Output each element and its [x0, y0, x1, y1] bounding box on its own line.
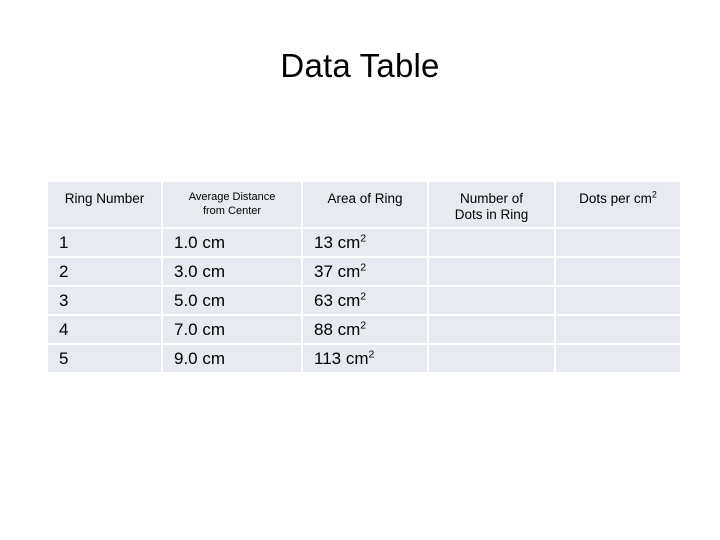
superscript-two: 2	[360, 261, 367, 274]
column-header-ring-number: Ring Number	[48, 182, 161, 227]
cell-number-of-dots-value	[429, 229, 554, 254]
column-header-number-of-dots: Number of Dots in Ring	[429, 182, 554, 227]
column-header-average-distance-label: Average Distance from Center	[188, 191, 276, 217]
cell-number-of-dots[interactable]	[429, 316, 554, 343]
page-title: Data Table	[280, 47, 440, 84]
cell-dots-per-cm2[interactable]	[556, 287, 680, 314]
column-header-number-of-dots-label: Number of Dots in Ring	[454, 191, 529, 222]
cell-area-of-ring: 113 cm2	[303, 345, 427, 372]
cell-number-of-dots[interactable]	[429, 229, 554, 256]
cell-ring-number-value: 5	[59, 349, 69, 368]
cell-number-of-dots-value	[429, 258, 554, 283]
column-header-average-distance: Average Distance from Center	[163, 182, 301, 227]
cell-dots-per-cm2[interactable]	[556, 316, 680, 343]
cell-area-of-ring-value: 63 cm2	[314, 290, 367, 310]
data-table: Ring Number Average Distance from Center …	[46, 180, 682, 374]
cell-ring-number: 5	[48, 345, 161, 372]
cell-dots-per-cm2-value	[556, 229, 680, 254]
cell-area-of-ring-value: 37 cm2	[314, 261, 367, 281]
cell-average-distance-value: 9.0 cm	[174, 349, 226, 368]
cell-ring-number: 2	[48, 258, 161, 285]
cell-average-distance-value: 7.0 cm	[174, 320, 226, 339]
cell-number-of-dots-value	[429, 287, 554, 312]
table-row: 2 3.0 cm 37 cm2	[48, 258, 680, 285]
slide-canvas: Data Table Ring Number Average Distance f…	[0, 0, 720, 540]
column-header-area-of-ring: Area of Ring	[303, 182, 427, 227]
cell-dots-per-cm2-value	[556, 345, 680, 370]
cell-ring-number: 1	[48, 229, 161, 256]
cell-ring-number-value: 4	[59, 320, 69, 339]
cell-area-of-ring: 37 cm2	[303, 258, 427, 285]
column-header-dots-per-cm2: Dots per cm2	[556, 182, 680, 227]
cell-dots-per-cm2[interactable]	[556, 345, 680, 372]
superscript-two: 2	[360, 290, 367, 303]
cell-area-of-ring-value: 88 cm2	[314, 319, 367, 339]
cell-number-of-dots[interactable]	[429, 345, 554, 372]
superscript-two: 2	[360, 232, 367, 245]
cell-average-distance-value: 3.0 cm	[174, 262, 226, 281]
superscript-two: 2	[360, 319, 367, 332]
cell-ring-number: 3	[48, 287, 161, 314]
cell-area-of-ring-value: 113 cm2	[314, 348, 375, 368]
cell-average-distance-value: 5.0 cm	[174, 291, 226, 310]
table-header-row: Ring Number Average Distance from Center …	[48, 182, 680, 227]
cell-average-distance: 1.0 cm	[163, 229, 301, 256]
column-header-dots-per-cm2-label: Dots per cm2	[579, 189, 657, 206]
cell-average-distance: 9.0 cm	[163, 345, 301, 372]
cell-area-of-ring: 63 cm2	[303, 287, 427, 314]
superscript-two: 2	[651, 189, 657, 200]
table-row: 3 5.0 cm 63 cm2	[48, 287, 680, 314]
superscript-two: 2	[368, 348, 375, 361]
cell-dots-per-cm2-value	[556, 316, 680, 341]
table-body: 1 1.0 cm 13 cm2 2 3.0 cm 37 cm2 3 5.0 cm…	[48, 229, 680, 372]
cell-number-of-dots[interactable]	[429, 287, 554, 314]
cell-ring-number-value: 2	[59, 262, 69, 281]
cell-dots-per-cm2-value	[556, 287, 680, 312]
cell-number-of-dots[interactable]	[429, 258, 554, 285]
table-row: 4 7.0 cm 88 cm2	[48, 316, 680, 343]
cell-number-of-dots-value	[429, 345, 554, 370]
cell-area-of-ring: 88 cm2	[303, 316, 427, 343]
cell-average-distance: 3.0 cm	[163, 258, 301, 285]
column-header-ring-number-label: Ring Number	[64, 191, 145, 206]
cell-dots-per-cm2[interactable]	[556, 258, 680, 285]
data-table-container: Ring Number Average Distance from Center …	[48, 182, 682, 372]
cell-area-of-ring: 13 cm2	[303, 229, 427, 256]
cell-area-of-ring-value: 13 cm2	[314, 232, 367, 252]
cell-average-distance: 5.0 cm	[163, 287, 301, 314]
table-row: 5 9.0 cm 113 cm2	[48, 345, 680, 372]
table-row: 1 1.0 cm 13 cm2	[48, 229, 680, 256]
column-header-area-of-ring-label: Area of Ring	[327, 191, 403, 206]
cell-dots-per-cm2[interactable]	[556, 229, 680, 256]
cell-number-of-dots-value	[429, 316, 554, 341]
cell-ring-number: 4	[48, 316, 161, 343]
cell-dots-per-cm2-value	[556, 258, 680, 283]
cell-average-distance-value: 1.0 cm	[174, 233, 226, 252]
cell-ring-number-value: 3	[59, 291, 69, 310]
cell-average-distance: 7.0 cm	[163, 316, 301, 343]
cell-ring-number-value: 1	[59, 233, 69, 252]
